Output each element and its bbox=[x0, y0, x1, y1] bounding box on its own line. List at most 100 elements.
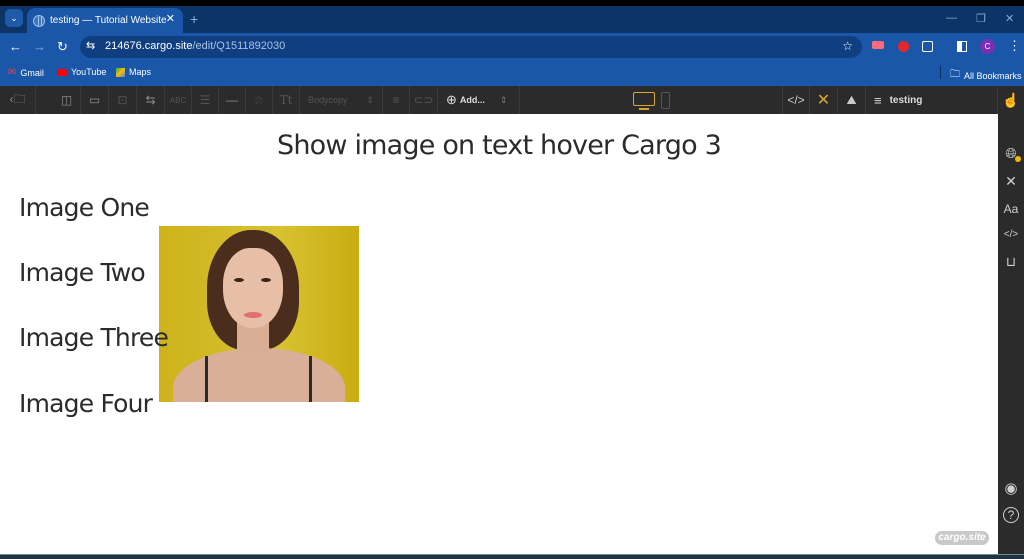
typography-icon[interactable]: Aa bbox=[1003, 202, 1019, 216]
hover-text-item-1[interactable]: Image One bbox=[19, 193, 150, 222]
bookmark-maps[interactable]: Maps bbox=[116, 67, 151, 77]
text-icon: Tt bbox=[279, 93, 293, 107]
page-layers-button[interactable]: ◫ bbox=[53, 86, 81, 114]
new-tab-button[interactable]: + bbox=[190, 11, 198, 27]
code-icon: </> bbox=[787, 93, 805, 107]
tab-search-button[interactable]: ⌄ bbox=[5, 9, 23, 27]
back-button[interactable]: ← bbox=[9, 39, 22, 55]
bookmark-label: Gmail bbox=[20, 67, 44, 78]
folder-icon: 🗀 bbox=[950, 69, 960, 80]
cargo-site-badge[interactable]: cargo.site bbox=[935, 531, 989, 545]
globe-icon bbox=[33, 14, 45, 27]
notification-dot bbox=[1015, 156, 1021, 162]
side-panel-icon[interactable] bbox=[957, 41, 967, 52]
layers-icon: ◫ bbox=[60, 93, 73, 107]
hand-pointer-icon: ☝ bbox=[1002, 91, 1020, 108]
site-name: testing bbox=[889, 94, 923, 106]
extension-icon-1[interactable] bbox=[872, 41, 884, 49]
extension-icon-2[interactable] bbox=[898, 41, 909, 52]
hamburger-icon: ≡ bbox=[874, 92, 882, 108]
display-settings-button[interactable]: ▭ bbox=[81, 86, 109, 114]
folder-icon: ‹🗀 bbox=[9, 91, 26, 106]
code-view-button[interactable]: </> bbox=[782, 86, 810, 114]
image-detail bbox=[309, 356, 312, 402]
horizontal-rule-button[interactable]: — bbox=[219, 86, 246, 114]
hover-preview-image bbox=[159, 226, 359, 402]
forward-button[interactable]: → bbox=[33, 39, 46, 55]
image-detail bbox=[205, 356, 208, 402]
swap-button[interactable]: ⇆ bbox=[137, 86, 165, 114]
interaction-mode-button[interactable]: ☝ bbox=[998, 86, 1024, 114]
media-button[interactable]: ⛰ bbox=[838, 86, 866, 114]
align-left-icon: ≡ bbox=[392, 93, 400, 107]
link-icon: ⊂⊃ bbox=[413, 93, 434, 107]
help-icon[interactable]: ? bbox=[1003, 507, 1019, 523]
hover-text-item-3[interactable]: Image Three bbox=[19, 323, 169, 352]
site-menu-button[interactable]: ≡ testing bbox=[866, 86, 998, 114]
all-bookmarks-button[interactable]: 🗀 All Bookmarks bbox=[950, 67, 1022, 84]
bookmark-label: Maps bbox=[129, 67, 152, 77]
add-label: Add... bbox=[459, 95, 485, 105]
hover-text-item-2[interactable]: Image Two bbox=[19, 258, 146, 287]
icons-button[interactable]: ☆ bbox=[246, 86, 273, 114]
plus-circle-icon: ⊕ bbox=[446, 92, 457, 107]
list-button[interactable]: ☰ bbox=[192, 86, 219, 114]
url-host: 214676.cargo.site bbox=[105, 40, 193, 52]
hover-text-item-4[interactable]: Image Four bbox=[19, 389, 153, 418]
editor-right-sidebar: 🌐︎ ✕ Aa </> ⊔ ◉ ? bbox=[998, 114, 1024, 554]
commerce-add-button[interactable]: ⊡ bbox=[109, 86, 137, 114]
extensions-puzzle-icon[interactable] bbox=[922, 41, 933, 52]
mobile-view-icon[interactable] bbox=[661, 92, 670, 109]
code-icon[interactable]: </> bbox=[1003, 229, 1019, 240]
shop-bag-icon[interactable]: ⊔ bbox=[1003, 254, 1019, 270]
account-icon[interactable]: ◉ bbox=[1003, 479, 1019, 497]
desktop-view-icon[interactable] bbox=[633, 92, 655, 106]
image-mountain-icon: ⛰ bbox=[846, 92, 857, 107]
letter-spacing-button[interactable]: ABC bbox=[165, 86, 192, 114]
profile-avatar[interactable]: C bbox=[980, 39, 995, 54]
text-style-value: Bodycopy bbox=[308, 95, 348, 105]
desktop-view-indicator bbox=[639, 108, 649, 110]
bookmark-gmail[interactable]: ✉ Gmail bbox=[8, 67, 44, 78]
image-detail bbox=[234, 278, 244, 282]
link-button[interactable]: ⊂⊃ bbox=[410, 86, 438, 114]
bookmarks-divider bbox=[940, 66, 941, 79]
restore-button[interactable]: ❐ bbox=[976, 12, 986, 25]
monitor-icon: ▭ bbox=[88, 93, 101, 107]
taskbar-edge bbox=[0, 554, 1024, 559]
youtube-icon bbox=[57, 68, 67, 76]
list-icon: ☰ bbox=[199, 93, 211, 107]
url-path: /edit/Q1511892030 bbox=[192, 40, 286, 52]
chevron-updown-icon: ⇕ bbox=[499, 94, 508, 105]
design-tools-button[interactable]: ✕ bbox=[810, 86, 838, 114]
url-text: 214676.cargo.site/edit/Q1511892030 bbox=[105, 40, 285, 52]
text-format-button[interactable]: Tt bbox=[273, 86, 300, 114]
stars-icon: ☆ bbox=[253, 93, 265, 107]
bookmarks-bar: ✉ Gmail YouTube Maps 🗀 All Bookmarks bbox=[0, 61, 1024, 85]
text-style-select[interactable]: Bodycopy ⇕ bbox=[300, 86, 383, 114]
maps-icon bbox=[116, 67, 125, 77]
site-info-icon[interactable]: ⇆ bbox=[86, 39, 95, 52]
gmail-icon: ✉ bbox=[8, 67, 17, 78]
swap-arrows-icon: ⇆ bbox=[145, 93, 156, 107]
bookmark-youtube[interactable]: YouTube bbox=[57, 67, 106, 77]
bookmark-star-icon[interactable]: ☆ bbox=[842, 39, 853, 53]
close-window-button[interactable]: ✕ bbox=[1005, 12, 1014, 25]
address-bar[interactable]: ⇆ 214676.cargo.site/edit/Q1511892030 ☆ bbox=[80, 36, 862, 58]
design-tools-icon[interactable]: ✕ bbox=[1003, 173, 1019, 190]
horizontal-rule-icon: — bbox=[226, 93, 238, 107]
image-detail bbox=[173, 348, 345, 402]
add-content-button[interactable]: ⊕ Add... ⇕ bbox=[438, 86, 520, 114]
image-detail bbox=[244, 312, 262, 318]
browser-menu-icon[interactable]: ⋮ bbox=[1008, 38, 1021, 54]
minimize-button[interactable]: — bbox=[946, 12, 957, 24]
browser-tab-strip: ⌄ testing — Tutorial Website ✕ + — ❐ ✕ bbox=[0, 6, 1024, 33]
align-button[interactable]: ≡ bbox=[383, 86, 410, 114]
image-detail bbox=[261, 278, 271, 282]
close-tab-icon[interactable]: ✕ bbox=[166, 12, 175, 25]
folder-nav-button[interactable]: ‹🗀 bbox=[0, 86, 36, 114]
all-bookmarks-label: All Bookmarks bbox=[964, 70, 1022, 81]
browser-tab-active[interactable]: testing — Tutorial Website ✕ bbox=[27, 8, 183, 33]
reload-button[interactable]: ↻ bbox=[57, 39, 68, 55]
browser-nav-bar: ← → ↻ ⇆ 214676.cargo.site/edit/Q15118920… bbox=[0, 33, 1024, 61]
